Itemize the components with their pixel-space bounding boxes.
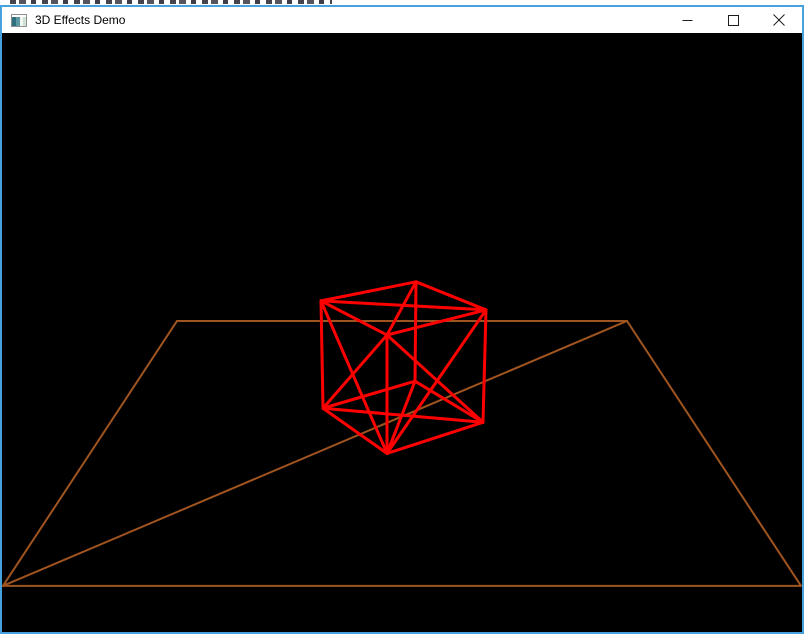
minimize-icon xyxy=(682,19,692,21)
cube-edge xyxy=(385,420,485,455)
window-controls xyxy=(664,7,802,33)
cube-edge xyxy=(319,299,389,337)
ground-plane-edge xyxy=(2,319,178,587)
app-icon[interactable] xyxy=(11,13,27,27)
close-icon xyxy=(773,14,785,26)
render-canvas xyxy=(2,33,802,632)
ground-plane-edge xyxy=(626,319,802,587)
app-window: 3D Effects Demo xyxy=(0,5,804,634)
window-title: 3D Effects Demo xyxy=(35,13,126,27)
cube-edge xyxy=(319,299,325,410)
title-bar[interactable]: 3D Effects Demo xyxy=(2,7,802,33)
cube-edge xyxy=(481,308,488,424)
cube-edge xyxy=(385,333,485,424)
cube-edge xyxy=(385,280,418,337)
scene-svg xyxy=(2,280,802,587)
desktop-screen: 3D Effects Demo xyxy=(0,0,804,634)
close-button[interactable] xyxy=(756,7,802,33)
maximize-icon xyxy=(727,14,739,26)
ground-plane-edge xyxy=(2,319,628,587)
cube-edge xyxy=(413,280,418,383)
minimize-button[interactable] xyxy=(664,7,710,33)
cube-edge xyxy=(319,280,418,303)
cube-wireframe xyxy=(319,280,488,455)
maximize-button[interactable] xyxy=(710,7,756,33)
background-window-text-fragment xyxy=(10,0,332,4)
ground-plane-wireframe xyxy=(2,319,802,587)
